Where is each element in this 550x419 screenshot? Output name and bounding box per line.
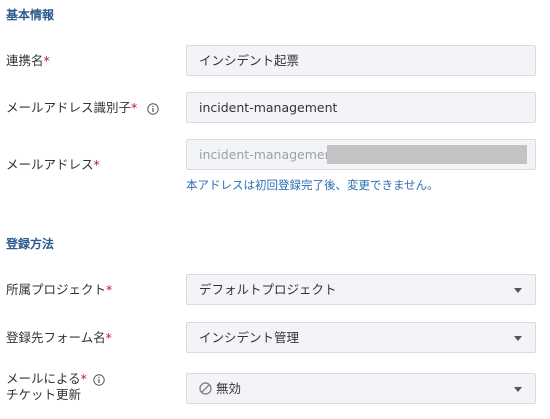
mail-address-label: メールアドレス* [6,157,100,173]
form-select-value: インシデント管理 [199,330,300,345]
form-label-text: 登録先フォーム名 [6,330,106,345]
required-mark: * [105,330,112,345]
ban-icon [199,382,212,395]
name-label: 連携名* [6,53,50,69]
mail-address-label-text: メールアドレス [6,157,94,172]
mail-update-select-value: 無効 [216,381,242,396]
mail-id-label-text: メールアドレス識別子 [6,100,132,115]
name-label-text: 連携名 [6,53,44,68]
required-mark: * [131,100,138,115]
mail-address-note: 本アドレスは初回登録完了後、変更できません。 [186,178,439,192]
project-select[interactable]: デフォルトプロジェクト [186,274,536,305]
section-title-basic-info: 基本情報 [6,8,55,22]
mail-update-label: メールによる* チケット更新 [6,371,105,403]
section-title-registration: 登録方法 [6,237,55,251]
project-label: 所属プロジェクト* [6,282,112,298]
redacted-block [327,145,527,164]
name-input[interactable]: インシデント起票 [186,45,536,76]
mail-address-value: incident-management [199,147,338,162]
info-icon[interactable] [147,102,159,115]
form-label: 登録先フォーム名* [6,330,112,346]
chevron-down-icon [514,387,522,392]
form-select[interactable]: インシデント管理 [186,322,536,353]
chevron-down-icon [514,336,522,341]
info-icon[interactable] [93,373,105,386]
project-select-value: デフォルトプロジェクト [199,282,337,297]
mail-update-label-line1: メールによる* [6,371,105,387]
settings-form: 基本情報 連携名* インシデント起票 メールアドレス識別子* incident-… [0,0,550,419]
required-mark: * [80,371,87,386]
mail-id-input[interactable]: incident-management [186,92,536,123]
mail-address-field: incident-management [186,139,536,170]
mail-update-select[interactable]: 無効 [186,373,536,404]
required-mark: * [43,53,50,68]
mail-update-label-line2: チケット更新 [6,387,82,402]
required-mark: * [93,157,100,172]
mail-id-label: メールアドレス識別子* [6,100,159,116]
required-mark: * [106,282,113,297]
chevron-down-icon [514,288,522,293]
project-label-text: 所属プロジェクト [6,282,107,297]
mail-update-label-text-1: メールによる [6,371,81,386]
